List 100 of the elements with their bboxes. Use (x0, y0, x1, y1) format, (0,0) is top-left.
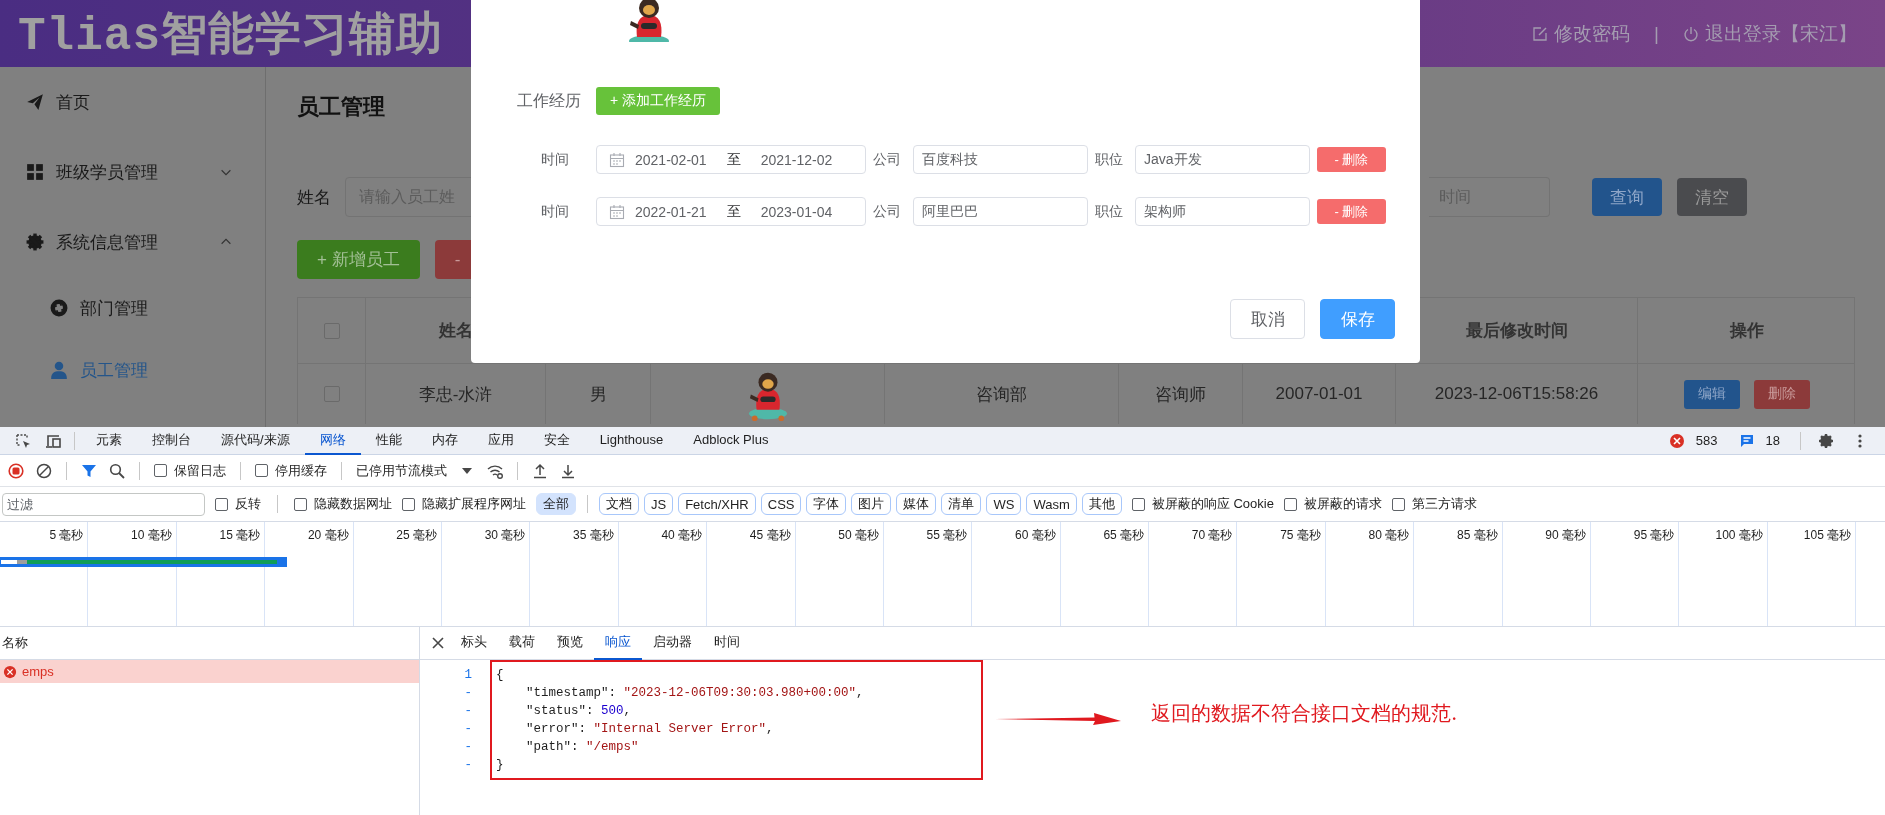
tick-label: 70 毫秒 (1191, 527, 1233, 544)
table-cell-text: 咨询师 (1155, 383, 1206, 406)
detail-tab[interactable]: 响应 (594, 626, 642, 660)
calendar-icon (609, 151, 625, 168)
cancel-button[interactable]: 取消 (1230, 299, 1305, 339)
detail-tab[interactable]: 标头 (450, 626, 498, 660)
checkbox[interactable] (215, 497, 228, 511)
clear-icon (36, 462, 52, 479)
field-label: 姓名 (297, 186, 331, 209)
detail-tab[interactable]: 载荷 (498, 626, 546, 660)
tick-label: 20 毫秒 (307, 527, 349, 544)
type-filter-chip[interactable]: 其他 (1081, 493, 1122, 515)
gear-icon (26, 233, 44, 251)
tick-label: 35 毫秒 (573, 527, 614, 544)
devtools-tab[interactable]: 性能 (360, 426, 417, 455)
message-icon (1738, 432, 1755, 449)
table-cell: 2007-01-01 (1275, 384, 1363, 404)
end-date: 2021-12-02 (760, 151, 833, 168)
tick-label: 100 毫秒 (1715, 527, 1763, 544)
type-filter-chip[interactable]: 清单 (941, 493, 982, 515)
code-line: "path": "/emps" (526, 739, 639, 756)
company-input[interactable]: 百度科技 (913, 145, 1088, 174)
checkbox[interactable] (402, 497, 415, 511)
devtools-tab[interactable]: 元素 (81, 426, 137, 455)
position-input[interactable]: Java开发 (1135, 145, 1310, 174)
devtools-tab[interactable]: 应用 (472, 426, 529, 455)
date-range-field[interactable]: 2022-01-21 至 2023-01-04 (596, 197, 866, 226)
tick-label: 75 毫秒 (1280, 527, 1321, 544)
error-icon (3, 664, 17, 679)
tick-label: 65 毫秒 (1103, 527, 1145, 544)
type-filter-chip[interactable]: JS (644, 493, 674, 515)
table-cell-text: 男 (589, 383, 607, 406)
devtools-tab[interactable]: 控制台 (137, 426, 206, 455)
field-label: 职位 (1095, 150, 1123, 169)
checkbox[interactable] (154, 464, 167, 477)
date-range-field[interactable]: 2021-02-01 至 2021-12-02 (596, 145, 866, 174)
checkbox[interactable] (255, 464, 268, 477)
request-row[interactable]: emps (0, 660, 419, 683)
tick-label: 5 毫秒 (49, 527, 84, 544)
checkbox-label: 第三方请求 (1411, 495, 1477, 513)
throttling-select[interactable]: 已停用节流模式 (356, 461, 447, 480)
code-line: "timestamp": "2023-12-06T09:30:03.980+00:00", (526, 685, 864, 702)
type-filter-chip[interactable]: WS (986, 493, 1022, 515)
settings-icon (1818, 432, 1834, 449)
filter-icon (81, 462, 97, 479)
checkbox-label: 隐藏数据网址 (314, 495, 392, 513)
detail-tab[interactable]: 预览 (546, 626, 594, 660)
devtools-tab[interactable]: 源代码/来源 (206, 426, 305, 455)
type-filter-chip[interactable]: Wasm (1026, 493, 1077, 515)
upload-icon (532, 462, 548, 479)
devtools-tab[interactable]: 内存 (416, 426, 473, 455)
error-count: 583 (1695, 433, 1718, 448)
line-number: - (464, 685, 472, 702)
app-title: Tlias智能学习辅助 (18, 9, 444, 65)
checkbox[interactable] (1283, 497, 1297, 511)
checkbox[interactable] (1391, 497, 1405, 511)
type-filter-chip[interactable]: 全部 (536, 493, 576, 515)
position-input[interactable]: 架构师 (1135, 197, 1310, 226)
tick-label: 105 毫秒 (1803, 527, 1852, 544)
range-separator: 至 (726, 202, 741, 221)
checkbox[interactable] (294, 497, 307, 511)
page-title: 员工管理 (297, 93, 385, 121)
tick-label: 45 毫秒 (749, 527, 791, 544)
type-filter-chip[interactable]: Fetch/XHR (678, 493, 756, 515)
line-number: 1 (464, 667, 472, 684)
detail-tab[interactable]: 时间 (703, 626, 751, 660)
field-label: 公司 (873, 150, 901, 169)
code-line: { (496, 667, 504, 684)
type-filter-chip[interactable]: 字体 (806, 493, 847, 515)
type-filter-chip[interactable]: CSS (760, 493, 802, 515)
tick-label: 80 毫秒 (1368, 527, 1410, 544)
checkbox-label: 保留日志 (174, 461, 226, 480)
sidebar-item[interactable]: 系统信息管理 (0, 207, 265, 277)
checkbox[interactable] (1131, 497, 1145, 511)
grid-icon (26, 163, 44, 181)
detail-tab[interactable]: 启动器 (642, 626, 703, 660)
line-number: - (464, 739, 472, 756)
aperture-icon (50, 299, 68, 317)
user-icon (50, 361, 68, 379)
sidebar-item[interactable]: 班级学员管理 (0, 137, 265, 207)
devtools-tab[interactable]: Lighthouse (584, 426, 679, 455)
filter-input[interactable]: 过滤 (2, 492, 205, 516)
code-line: "status": 500, (526, 703, 632, 720)
power-icon (1683, 25, 1699, 42)
company-input[interactable]: 阿里巴巴 (913, 197, 1088, 226)
sidebar-item[interactable]: 首页 (0, 67, 265, 137)
devtools-tab[interactable]: 安全 (528, 426, 585, 455)
column-header: 最后修改时间 (1465, 320, 1568, 342)
tick-label: 60 毫秒 (1015, 527, 1056, 544)
sidebar-item[interactable]: 部门管理 (0, 277, 265, 339)
devtools-tab[interactable]: Adblock Plus (678, 426, 784, 455)
type-filter-chip[interactable]: 文档 (599, 493, 639, 515)
tick-label: 90 毫秒 (1545, 527, 1587, 544)
type-filter-chip[interactable]: 媒体 (896, 493, 937, 515)
annotation-text: 返回的数据不符合接口文档的规范. (1151, 699, 1458, 727)
devtools-tab[interactable]: 网络 (304, 426, 361, 455)
device-icon (45, 432, 61, 449)
type-filter-chip[interactable]: 图片 (851, 493, 892, 515)
checkbox-label: 停用缓存 (275, 461, 327, 480)
checkbox-label: 反转 (235, 495, 261, 513)
